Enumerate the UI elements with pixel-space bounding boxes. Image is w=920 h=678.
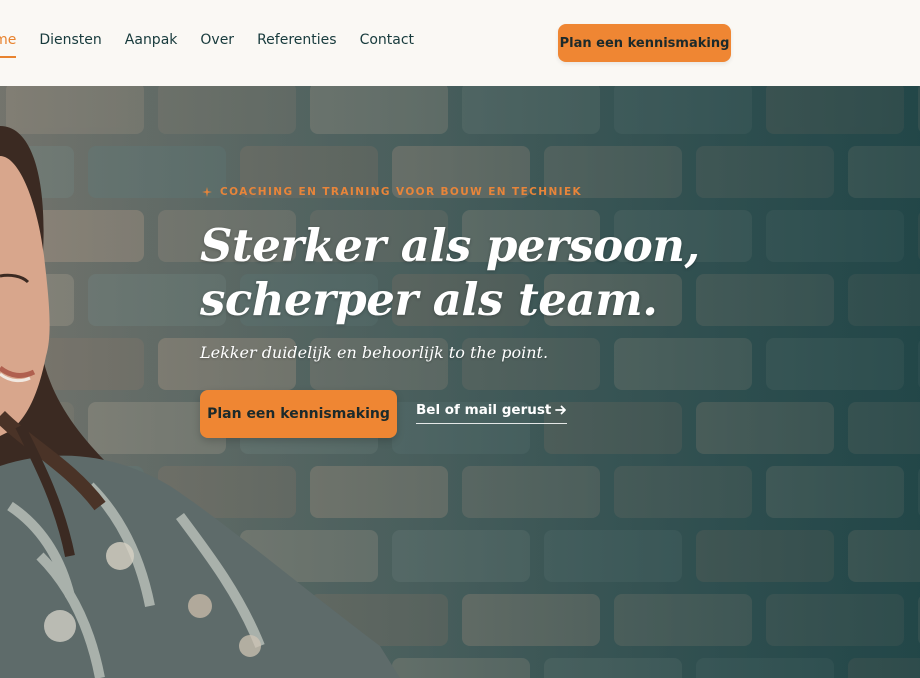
page: Home Diensten Aanpak Over Referenties Co… <box>0 0 920 678</box>
arrow-right-icon <box>555 405 567 415</box>
nav-item-aanpak[interactable]: Aanpak <box>125 30 178 50</box>
nav-item-over[interactable]: Over <box>200 30 234 50</box>
coach-portrait <box>0 126 400 678</box>
hero-eyebrow-text: COACHING EN TRAINING VOOR BOUW EN TECHNI… <box>220 186 583 198</box>
hero-headline-line2: scherper als team. <box>200 273 658 326</box>
nav-item-home[interactable]: Home <box>0 30 17 58</box>
hero-headline-line1: Sterker als persoon, <box>200 219 700 272</box>
hero-eyebrow: COACHING EN TRAINING VOOR BOUW EN TECHNI… <box>202 186 582 198</box>
site-header: Home Diensten Aanpak Over Referenties Co… <box>0 0 920 86</box>
hero-subline: Lekker duidelijk en behoorlijk to the po… <box>200 343 549 362</box>
nav-item-diensten[interactable]: Diensten <box>39 30 101 50</box>
nav-item-contact[interactable]: Contact <box>360 30 414 50</box>
nav-item-referenties[interactable]: Referenties <box>257 30 336 50</box>
hero-section: COACHING EN TRAINING VOOR BOUW EN TECHNI… <box>0 86 920 678</box>
main-nav: Home Diensten Aanpak Over Referenties Co… <box>0 30 437 58</box>
hero-headline: Sterker als persoon, scherper als team. <box>200 219 760 327</box>
header-cta-button[interactable]: Plan een kennismaking <box>558 24 731 62</box>
sparkle-icon <box>202 187 212 197</box>
hero-cta-button[interactable]: Plan een kennismaking <box>200 390 397 438</box>
contact-link[interactable]: Bel of mail gerust <box>416 402 568 424</box>
contact-link-label: Bel of mail gerust <box>416 402 552 418</box>
